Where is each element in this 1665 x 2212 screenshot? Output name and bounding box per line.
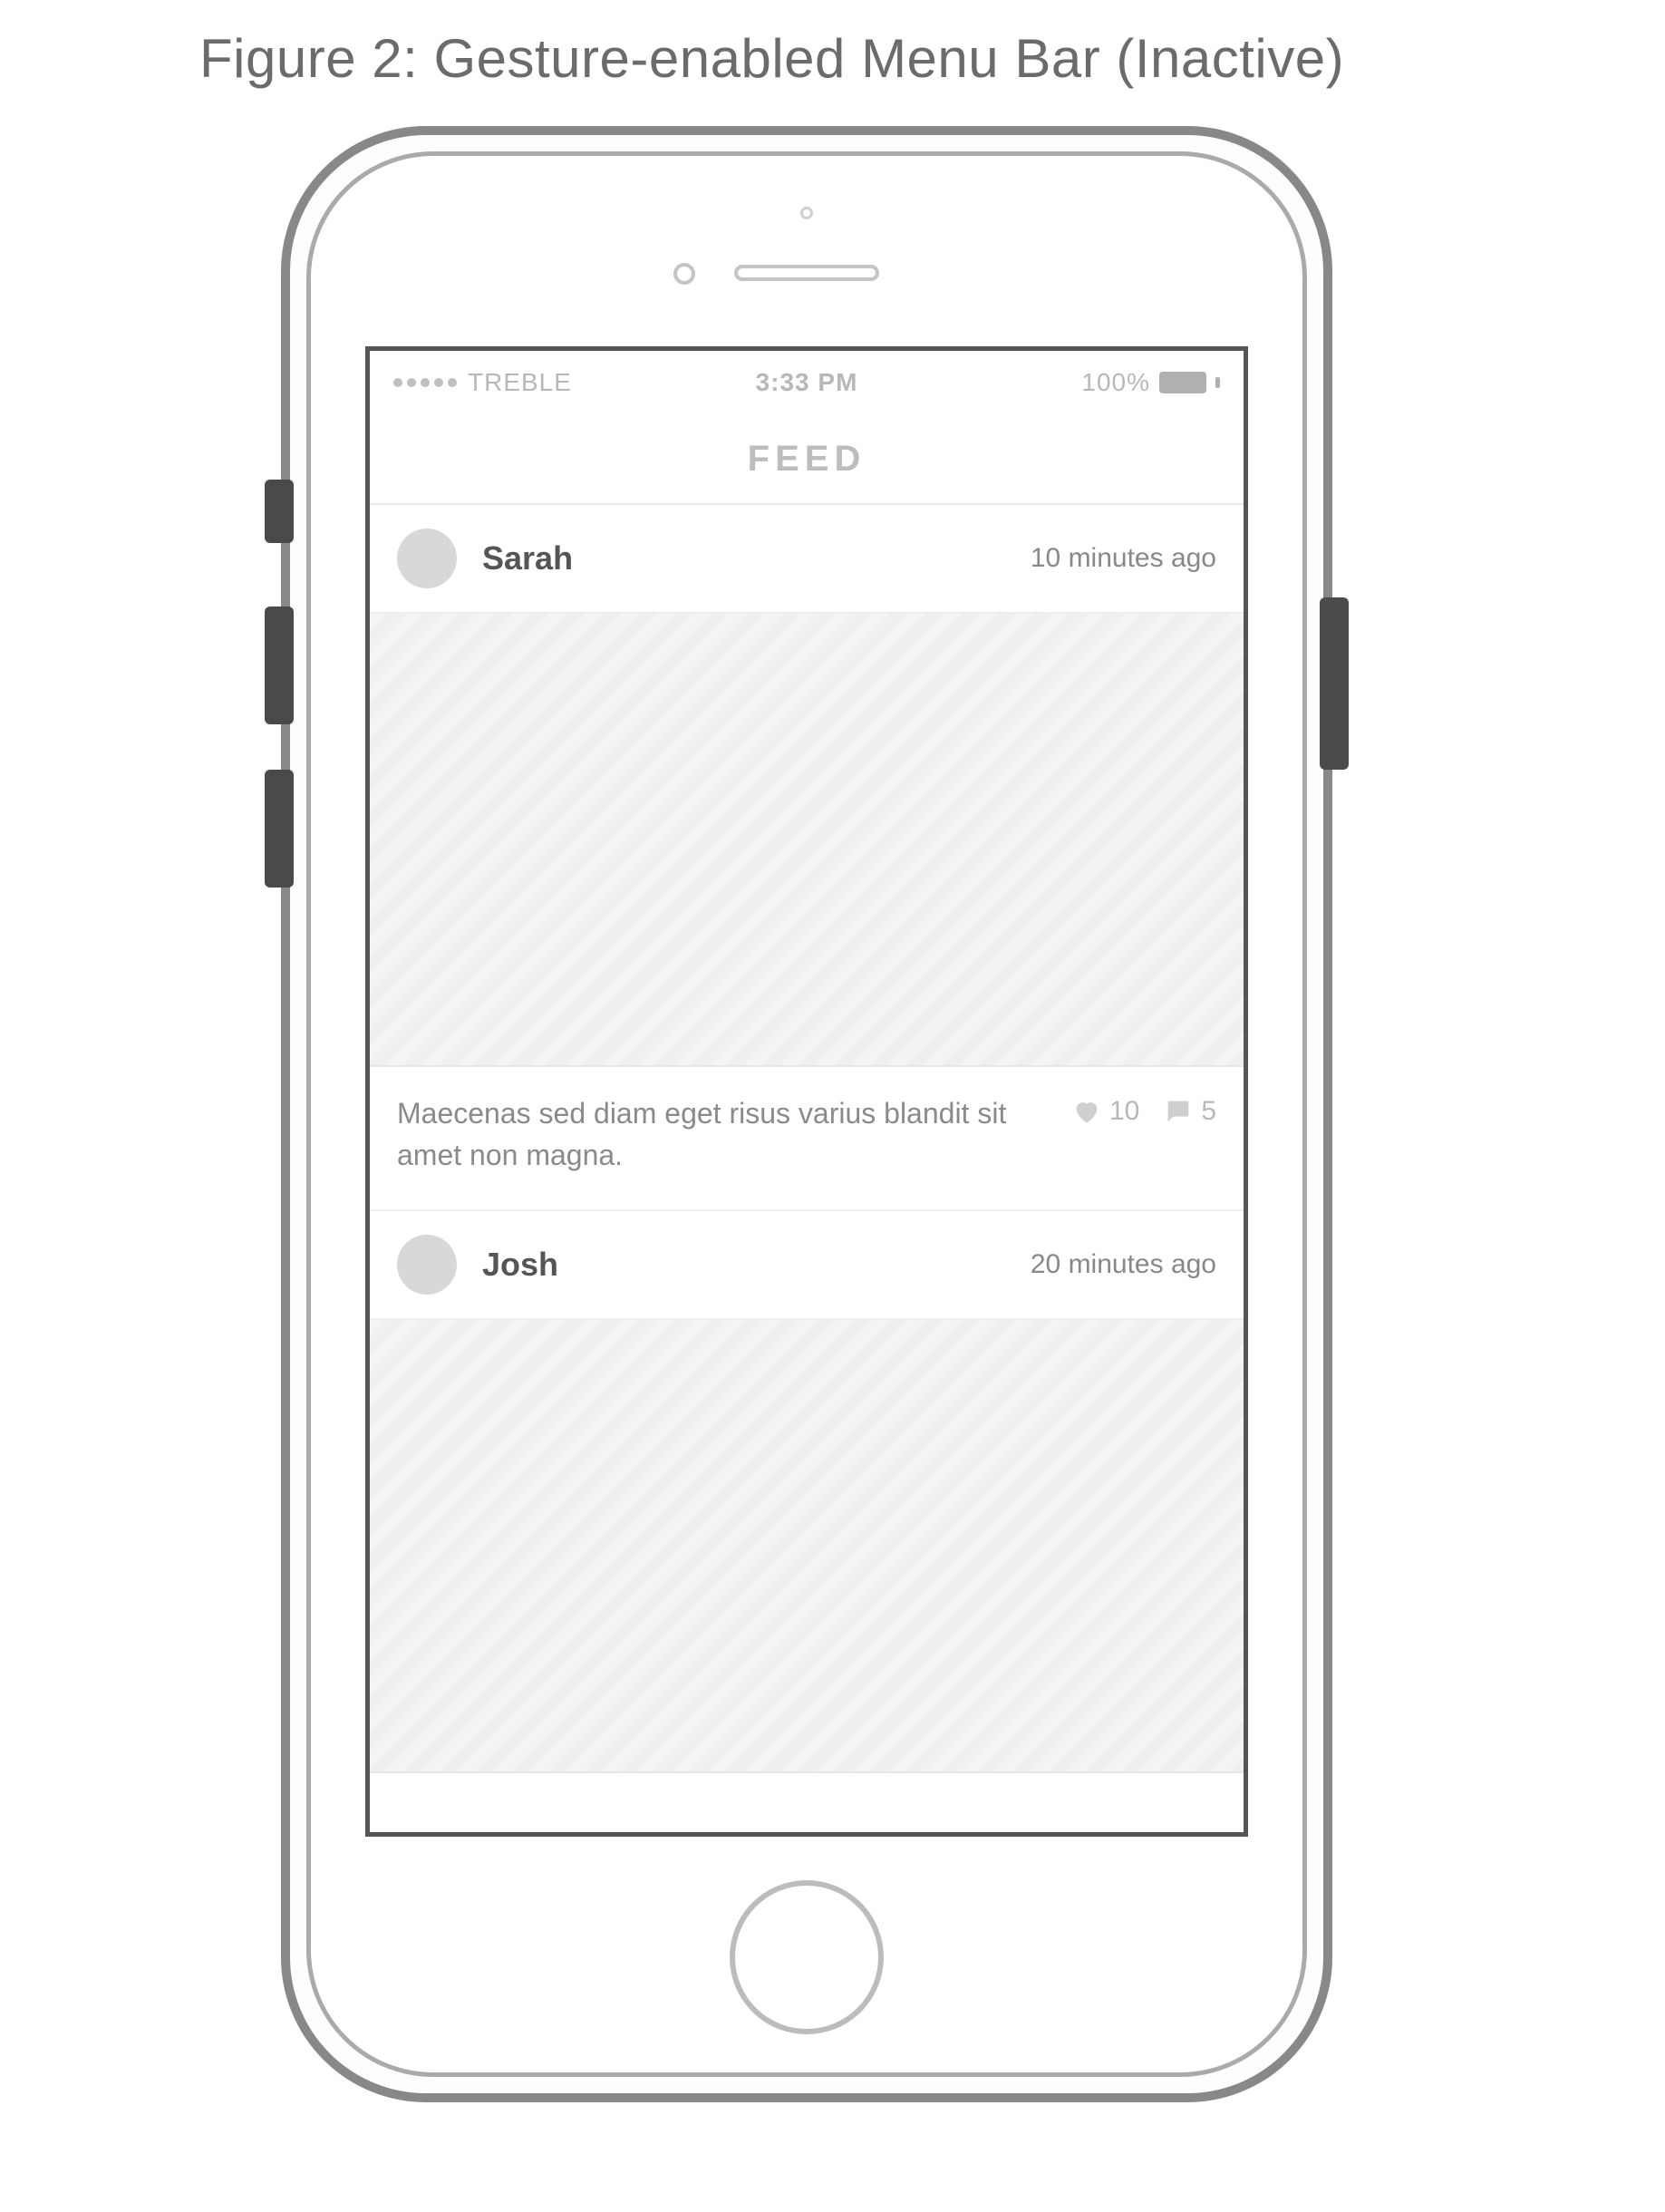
post-timeago: 10 minutes ago	[1031, 543, 1216, 574]
post-caption: Maecenas sed diam eget risus varius blan…	[397, 1092, 1044, 1177]
status-time: 3:33 PM	[669, 368, 944, 397]
carrier-label: TREBLE	[468, 368, 572, 397]
post-author[interactable]: Sarah	[482, 539, 1031, 577]
post-header[interactable]: Josh 20 minutes ago	[370, 1211, 1244, 1320]
earpiece-icon	[734, 265, 879, 281]
heart-icon	[1071, 1096, 1102, 1127]
comments-count: 5	[1201, 1096, 1216, 1127]
battery-cap-icon	[1215, 377, 1220, 388]
comment-icon	[1163, 1096, 1194, 1127]
power-button[interactable]	[1320, 597, 1349, 770]
status-bar: TREBLE 3:33 PM 100%	[370, 351, 1244, 414]
avatar[interactable]	[397, 1235, 457, 1295]
like-button[interactable]: 10	[1071, 1096, 1139, 1127]
post-header[interactable]: Sarah 10 minutes ago	[370, 505, 1244, 614]
sensor-icon	[673, 263, 695, 285]
post-image[interactable]	[370, 614, 1244, 1067]
avatar[interactable]	[397, 529, 457, 588]
post-author[interactable]: Josh	[482, 1246, 1031, 1284]
post-image[interactable]	[370, 1320, 1244, 1773]
figure-caption: Figure 2: Gesture-enabled Menu Bar (Inac…	[199, 27, 1665, 90]
comments-button[interactable]: 5	[1163, 1096, 1216, 1127]
battery-icon	[1159, 372, 1206, 393]
feed-list[interactable]: Sarah 10 minutes ago Maecenas sed diam e…	[370, 505, 1244, 1773]
volume-down-button[interactable]	[265, 770, 294, 888]
post-caption-row: Maecenas sed diam eget risus varius blan…	[370, 1067, 1244, 1211]
phone-frame: TREBLE 3:33 PM 100% FEED	[281, 126, 1332, 2102]
mute-switch[interactable]	[265, 480, 294, 543]
post-engagement: 10 5	[1071, 1092, 1216, 1127]
signal-dots-icon	[393, 378, 457, 387]
phone-inner-bezel: TREBLE 3:33 PM 100% FEED	[306, 151, 1307, 2077]
volume-up-button[interactable]	[265, 606, 294, 724]
nav-title: FEED	[370, 414, 1244, 505]
like-count: 10	[1109, 1096, 1139, 1127]
post-timeago: 20 minutes ago	[1031, 1249, 1216, 1280]
battery-percent-label: 100%	[1081, 368, 1150, 397]
camera-icon	[800, 207, 813, 219]
home-button[interactable]	[730, 1880, 884, 2034]
screen: TREBLE 3:33 PM 100% FEED	[365, 346, 1248, 1837]
